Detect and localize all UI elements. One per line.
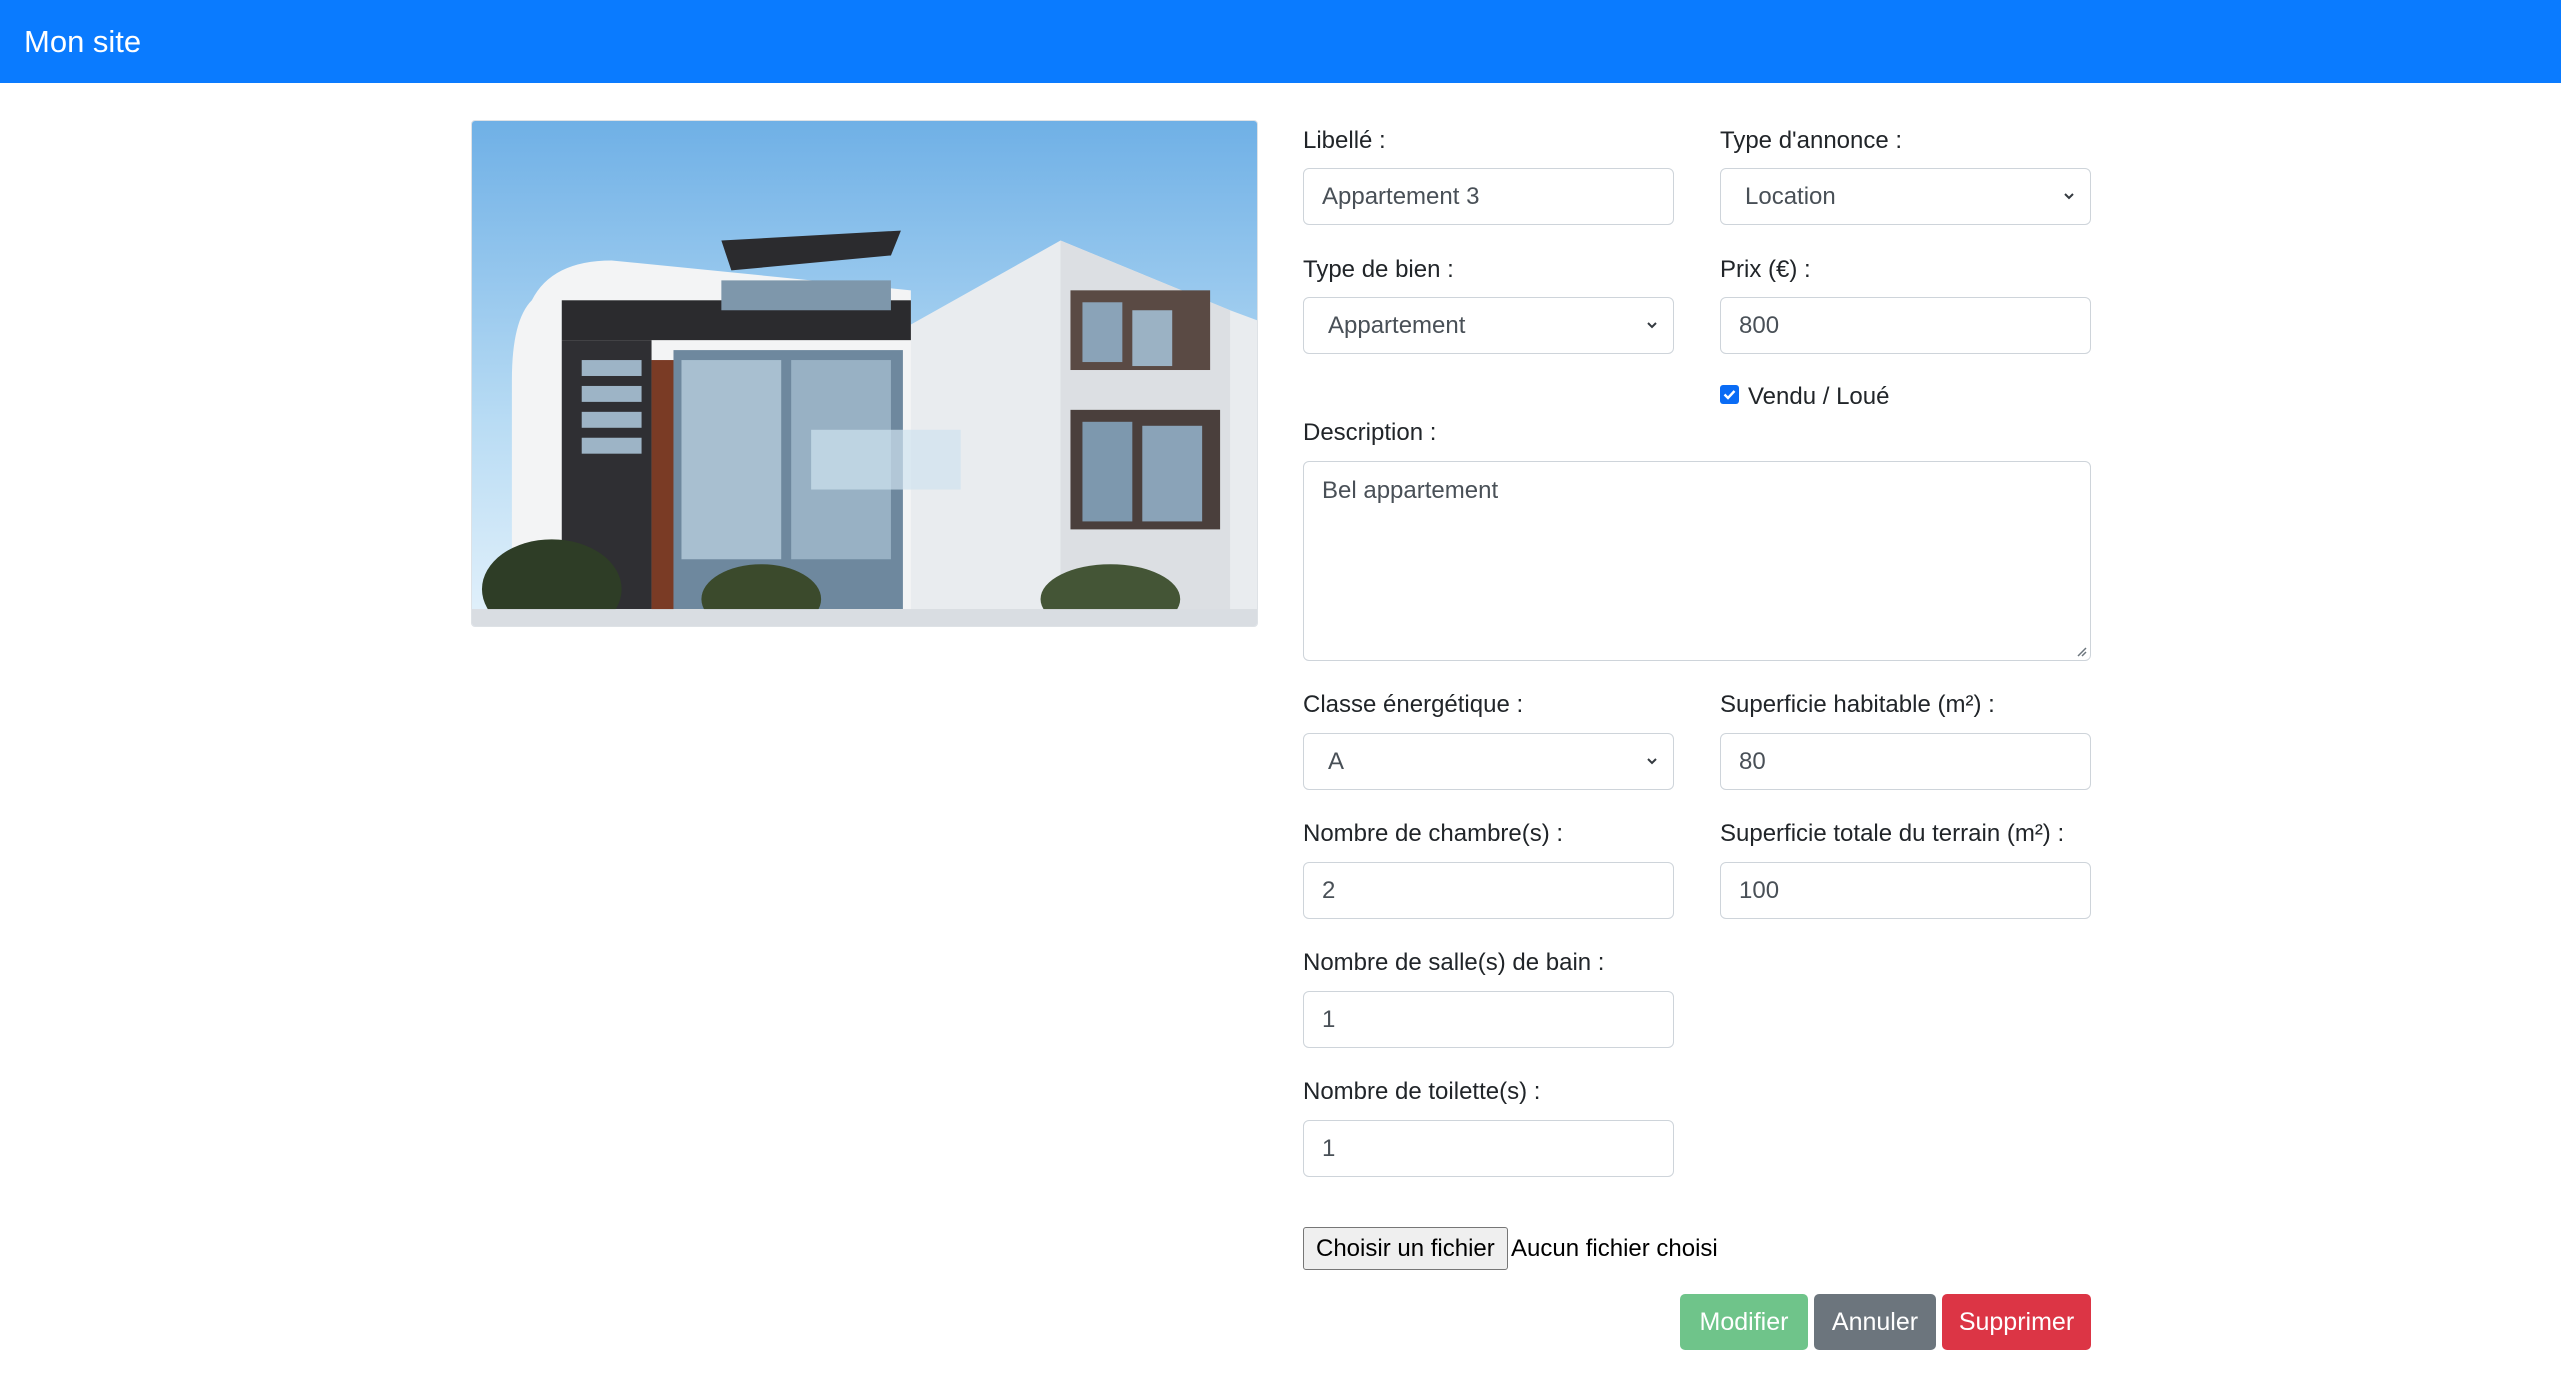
file-status: Aucun fichier choisi bbox=[1511, 1235, 1718, 1262]
chevron-down-icon bbox=[2064, 193, 2074, 200]
type-annonce-select[interactable]: Location bbox=[1720, 168, 2091, 225]
classe-label: Classe énergétique : bbox=[1303, 691, 1524, 718]
classe-value: A bbox=[1328, 748, 1345, 775]
supprimer-button[interactable]: Supprimer bbox=[1942, 1294, 2091, 1350]
type-bien-value: Appartement bbox=[1328, 312, 1466, 339]
salles-bain-input[interactable]: 1 bbox=[1303, 991, 1674, 1048]
chevron-down-icon bbox=[1647, 322, 1657, 329]
modifier-button[interactable]: Modifier bbox=[1680, 1294, 1808, 1350]
chevron-down-icon bbox=[1647, 758, 1657, 765]
type-annonce-label: Type d'annonce : bbox=[1720, 127, 1903, 154]
chambres-label: Nombre de chambre(s) : bbox=[1303, 820, 1564, 847]
description-label: Description : bbox=[1303, 419, 1437, 446]
libelle-label: Libellé : bbox=[1303, 127, 1386, 154]
superficie-habitable-label: Superficie habitable (m²) : bbox=[1720, 691, 1995, 718]
superficie-terrain-label: Superficie totale du terrain (m²) : bbox=[1720, 820, 2065, 847]
type-bien-select[interactable]: Appartement bbox=[1303, 297, 1674, 354]
libelle-input[interactable]: Appartement 3 bbox=[1303, 168, 1674, 225]
property-photo bbox=[471, 120, 1258, 627]
description-textarea[interactable]: Bel appartement bbox=[1303, 461, 2091, 661]
resize-grip-icon[interactable] bbox=[2073, 643, 2087, 657]
classe-select[interactable]: A bbox=[1303, 733, 1674, 790]
check-icon bbox=[1723, 390, 1736, 400]
superficie-habitable-input[interactable]: 80 bbox=[1720, 733, 2091, 790]
toilettes-label: Nombre de toilette(s) : bbox=[1303, 1078, 1541, 1105]
type-annonce-value: Location bbox=[1745, 183, 1836, 210]
building-photo-icon bbox=[472, 121, 1257, 626]
site-brand[interactable]: Mon site bbox=[24, 24, 141, 60]
vendu-checkbox[interactable] bbox=[1720, 385, 1739, 404]
description-value: Bel appartement bbox=[1322, 477, 1499, 504]
vendu-label[interactable]: Vendu / Loué bbox=[1748, 382, 1889, 412]
salles-bain-label: Nombre de salle(s) de bain : bbox=[1303, 949, 1605, 976]
navbar: Mon site bbox=[0, 0, 2561, 83]
annuler-button[interactable]: Annuler bbox=[1814, 1294, 1936, 1350]
prix-label: Prix (€) : bbox=[1720, 256, 1811, 283]
prix-input[interactable]: 800 bbox=[1720, 297, 2091, 354]
chambres-input[interactable]: 2 bbox=[1303, 862, 1674, 919]
superficie-terrain-input[interactable]: 100 bbox=[1720, 862, 2091, 919]
type-bien-label: Type de bien : bbox=[1303, 256, 1454, 283]
toilettes-input[interactable]: 1 bbox=[1303, 1120, 1674, 1177]
choose-file-button[interactable]: Choisir un fichier bbox=[1303, 1227, 1508, 1270]
